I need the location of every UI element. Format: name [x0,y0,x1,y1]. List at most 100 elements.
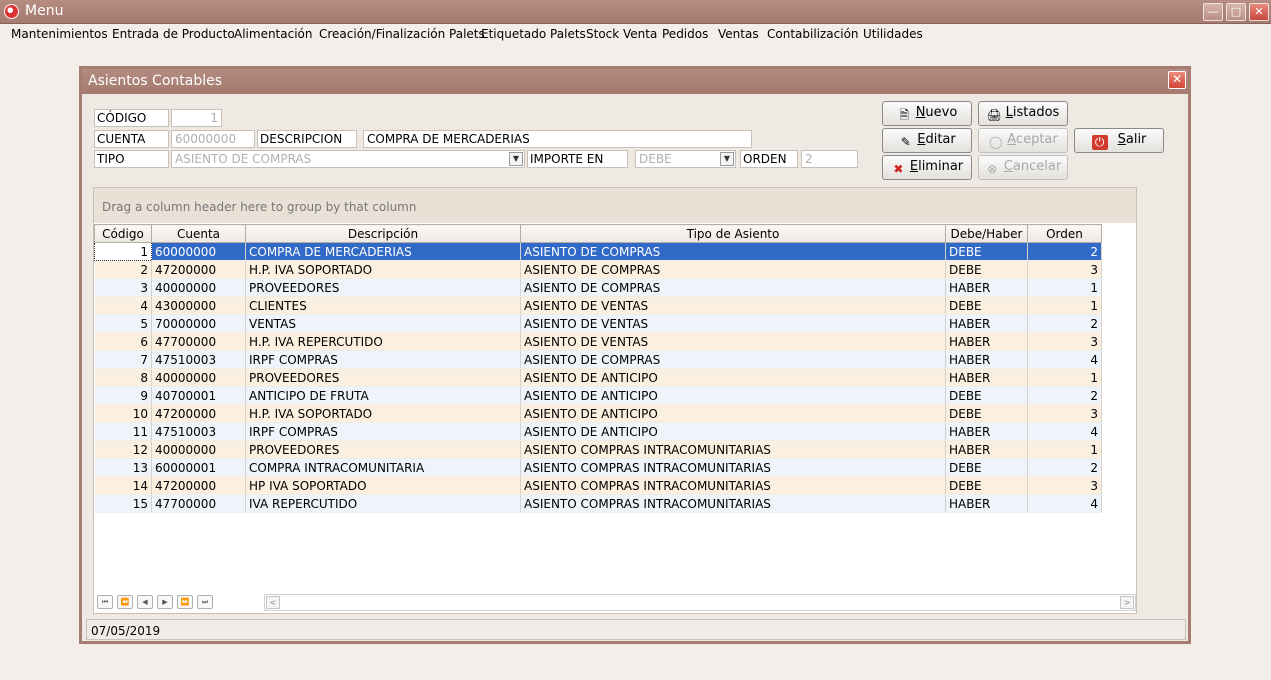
first-record-icon[interactable]: ⏮ [97,595,113,609]
cell-debe-haber[interactable]: HABER [945,350,1028,369]
cell-cuenta[interactable]: 60000001 [151,458,246,477]
column-header-debe-haber[interactable]: Debe/Haber [945,224,1028,243]
cell-orden[interactable]: 2 [1027,386,1102,405]
chevron-down-icon[interactable]: ▼ [509,152,523,166]
orden-field[interactable]: 2 [801,150,858,168]
cell-tipo-asiento[interactable]: ASIENTO DE COMPRAS [520,350,946,369]
menu-mantenimientos[interactable]: Mantenimientos [11,27,108,41]
cell-debe-haber[interactable]: HABER [945,440,1028,459]
cell-descripcion[interactable]: ANTICIPO DE FRUTA [245,386,521,405]
cell-descripcion[interactable]: H.P. IVA SOPORTADO [245,404,521,423]
table-row[interactable]: 6 47700000 H.P. IVA REPERCUTIDO ASIENTO DE … [94,332,1102,351]
importe-select[interactable]: DEBE ▼ [635,150,736,168]
cell-orden[interactable]: 1 [1027,296,1102,315]
cell-debe-haber[interactable]: DEBE [945,404,1028,423]
cell-cuenta[interactable]: 43000000 [151,296,246,315]
cell-debe-haber[interactable]: HABER [945,368,1028,387]
cell-orden[interactable]: 3 [1027,260,1102,279]
menu-utilidades[interactable]: Utilidades [863,27,923,41]
column-header-tipo-asiento[interactable]: Tipo de Asiento [520,224,946,243]
cell-cuenta[interactable]: 47510003 [151,422,246,441]
column-header-descripcion[interactable]: Descripción [245,224,521,243]
cell-orden[interactable]: 4 [1027,494,1102,513]
cell-codigo[interactable]: 13 [94,458,152,477]
table-row[interactable]: 9 40700001 ANTICIPO DE FRUTA ASIENTO DE ANT… [94,386,1102,405]
cell-tipo-asiento[interactable]: ASIENTO DE COMPRAS [520,242,946,261]
cell-descripcion[interactable]: HP IVA SOPORTADO [245,476,521,495]
cell-codigo[interactable]: 5 [94,314,152,333]
nuevo-button[interactable]: 🗎 Nuevo [882,101,972,126]
menu-stock-venta[interactable]: Stock Venta [586,27,657,41]
maximize-icon[interactable]: □ [1226,3,1246,21]
cell-cuenta[interactable]: 40000000 [151,278,246,297]
cell-descripcion[interactable]: VENTAS [245,314,521,333]
cell-tipo-asiento[interactable]: ASIENTO DE ANTICIPO [520,422,946,441]
table-row[interactable]: 1 60000000 COMPRA DE MERCADERIAS ASIENTO DE… [94,242,1102,261]
cell-tipo-asiento[interactable]: ASIENTO COMPRAS INTRACOMUNITARIAS [520,458,946,477]
table-row[interactable]: 11 47510003 IRPF COMPRAS ASIENTO DE ANTICIP… [94,422,1102,441]
menu-creacion-palets[interactable]: Creación/Finalización Palets [319,27,485,41]
table-row[interactable]: 12 40000000 PROVEEDORES ASIENTO COMPRAS INT… [94,440,1102,459]
cell-codigo[interactable]: 6 [94,332,152,351]
cell-tipo-asiento[interactable]: ASIENTO DE COMPRAS [520,260,946,279]
cell-descripcion[interactable]: CLIENTES [245,296,521,315]
cell-orden[interactable]: 3 [1027,476,1102,495]
codigo-field[interactable]: 1 [171,109,222,127]
cell-descripcion[interactable]: PROVEEDORES [245,368,521,387]
cell-codigo[interactable]: 11 [94,422,152,441]
cell-debe-haber[interactable]: DEBE [945,260,1028,279]
cell-descripcion[interactable]: COMPRA INTRACOMUNITARIA [245,458,521,477]
cell-orden[interactable]: 2 [1027,314,1102,333]
cell-descripcion[interactable]: H.P. IVA REPERCUTIDO [245,332,521,351]
scroll-right-icon[interactable]: > [1120,596,1134,609]
cell-debe-haber[interactable]: HABER [945,278,1028,297]
menu-pedidos[interactable]: Pedidos [662,27,708,41]
salir-button[interactable]: ⏻ Salir [1074,128,1164,153]
table-row[interactable]: 8 40000000 PROVEEDORES ASIENTO DE ANTICIPO H… [94,368,1102,387]
cell-orden[interactable]: 2 [1027,242,1102,261]
table-row[interactable]: 15 47700000 IVA REPERCUTIDO ASIENTO COMPRAS… [94,494,1102,513]
table-row[interactable]: 2 47200000 H.P. IVA SOPORTADO ASIENTO DE CO… [94,260,1102,279]
chevron-down-icon[interactable]: ▼ [720,152,734,166]
minimize-icon[interactable]: — [1203,3,1223,21]
cell-cuenta[interactable]: 40000000 [151,368,246,387]
cell-tipo-asiento[interactable]: ASIENTO DE VENTAS [520,296,946,315]
cell-debe-haber[interactable]: DEBE [945,458,1028,477]
cell-orden[interactable]: 1 [1027,368,1102,387]
last-record-icon[interactable]: ⏭ [197,595,213,609]
cell-tipo-asiento[interactable]: ASIENTO COMPRAS INTRACOMUNITARIAS [520,440,946,459]
descripcion-field[interactable]: COMPRA DE MERCADERIAS [363,130,752,148]
cell-cuenta[interactable]: 47700000 [151,332,246,351]
cell-descripcion[interactable]: H.P. IVA SOPORTADO [245,260,521,279]
table-row[interactable]: 5 70000000 VENTAS ASIENTO DE VENTAS HABER 2 [94,314,1102,333]
cell-cuenta[interactable]: 47200000 [151,476,246,495]
cell-cuenta[interactable]: 70000000 [151,314,246,333]
column-header-codigo[interactable]: Código [94,224,152,243]
cell-debe-haber[interactable]: DEBE [945,476,1028,495]
table-row[interactable]: 14 47200000 HP IVA SOPORTADO ASIENTO COMPRA… [94,476,1102,495]
cell-codigo[interactable]: 2 [94,260,152,279]
prev-record-icon[interactable]: ◀ [137,595,153,609]
cuenta-field[interactable]: 60000000 [171,130,255,148]
cell-codigo[interactable]: 1 [94,242,152,261]
cell-orden[interactable]: 4 [1027,422,1102,441]
listados-button[interactable]: 🖨 Listados [978,101,1068,126]
table-row[interactable]: 10 47200000 H.P. IVA SOPORTADO ASIENTO DE A… [94,404,1102,423]
cell-cuenta[interactable]: 60000000 [151,242,246,261]
cell-orden[interactable]: 3 [1027,332,1102,351]
menu-etiquetado-palets[interactable]: Etiquetado Palets [481,27,586,41]
prev-page-icon[interactable]: ⏪ [117,595,133,609]
cell-orden[interactable]: 1 [1027,278,1102,297]
cell-orden[interactable]: 4 [1027,350,1102,369]
menu-alimentacion[interactable]: Alimentación [234,27,313,41]
cell-codigo[interactable]: 8 [94,368,152,387]
cell-orden[interactable]: 1 [1027,440,1102,459]
close-icon[interactable]: ✕ [1249,3,1269,21]
cell-debe-haber[interactable]: DEBE [945,296,1028,315]
cell-codigo[interactable]: 7 [94,350,152,369]
next-record-icon[interactable]: ▶ [157,595,173,609]
menu-entrada-producto[interactable]: Entrada de Producto [112,27,235,41]
cell-cuenta[interactable]: 47200000 [151,260,246,279]
aceptar-button[interactable]: ◯ Aceptar [978,128,1068,153]
column-header-orden[interactable]: Orden [1027,224,1102,243]
